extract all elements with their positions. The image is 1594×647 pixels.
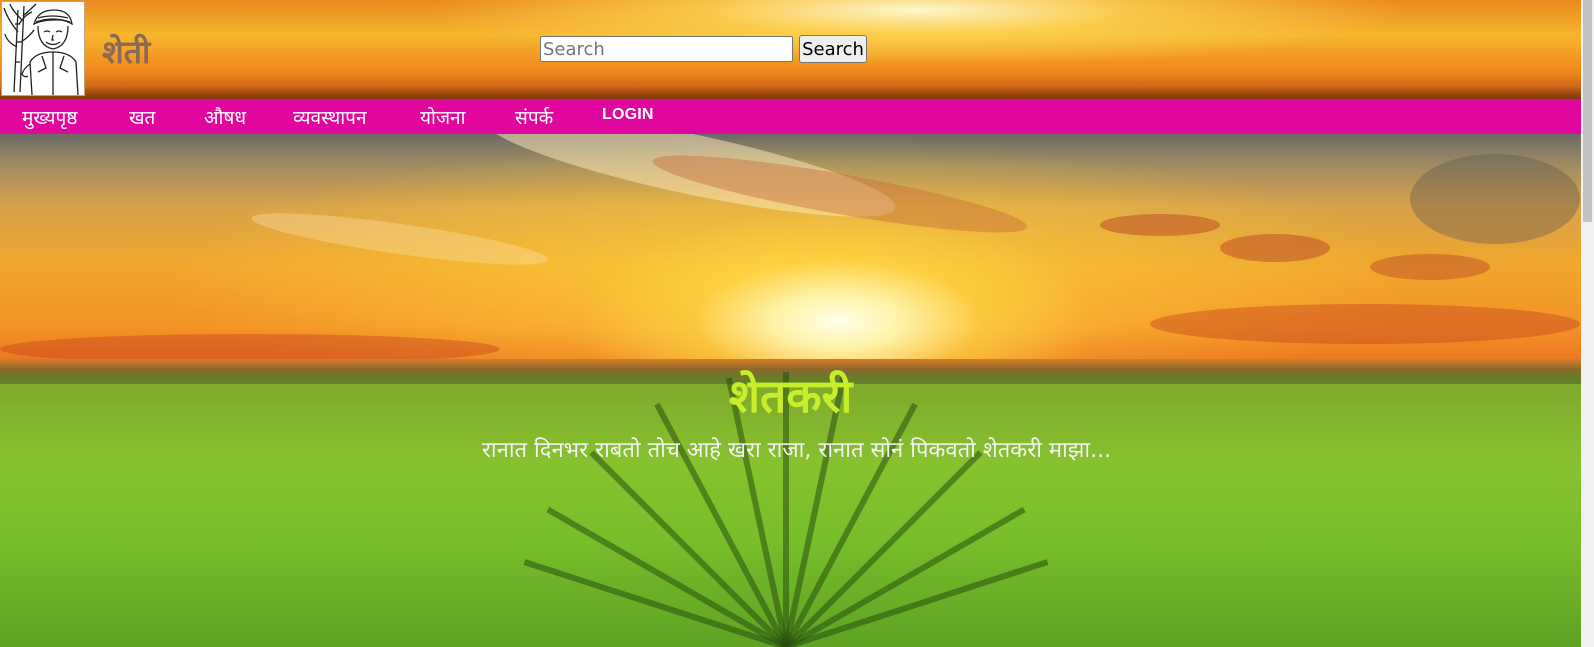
page-scrollbar[interactable] [1581,0,1594,647]
nav-item-fertilizer[interactable]: खत [129,104,155,130]
site-title: शेती [102,33,151,71]
site-header: शेती Search [0,0,1581,100]
search-button[interactable]: Search [799,35,867,63]
hero-banner: शेतकरी रानात दिनभर राबतो तोच आहे खरा राज… [0,134,1581,647]
search-input[interactable] [540,36,793,62]
main-nav: मुख्यपृष्ठ खत औषध व्यवस्थापन योजना संपर्… [0,99,1581,134]
nav-item-medicine[interactable]: औषध [204,104,246,130]
nav-item-schemes[interactable]: योजना [420,104,466,130]
hero-title: शेतकरी [728,369,853,423]
nav-item-contact[interactable]: संपर्क [515,104,553,130]
nav-item-management[interactable]: व्यवस्थापन [293,104,367,130]
scrollbar-thumb[interactable] [1583,0,1592,222]
hero-sky [0,134,1581,374]
farmer-logo-icon [3,3,79,96]
farmer-logo[interactable] [1,1,85,96]
nav-item-login[interactable]: LOGIN [602,106,654,124]
nav-item-home[interactable]: मुख्यपृष्ठ [22,104,77,130]
hero-subtitle: रानात दिनभर राबतो तोच आहे खरा राजा, राना… [481,438,1112,463]
